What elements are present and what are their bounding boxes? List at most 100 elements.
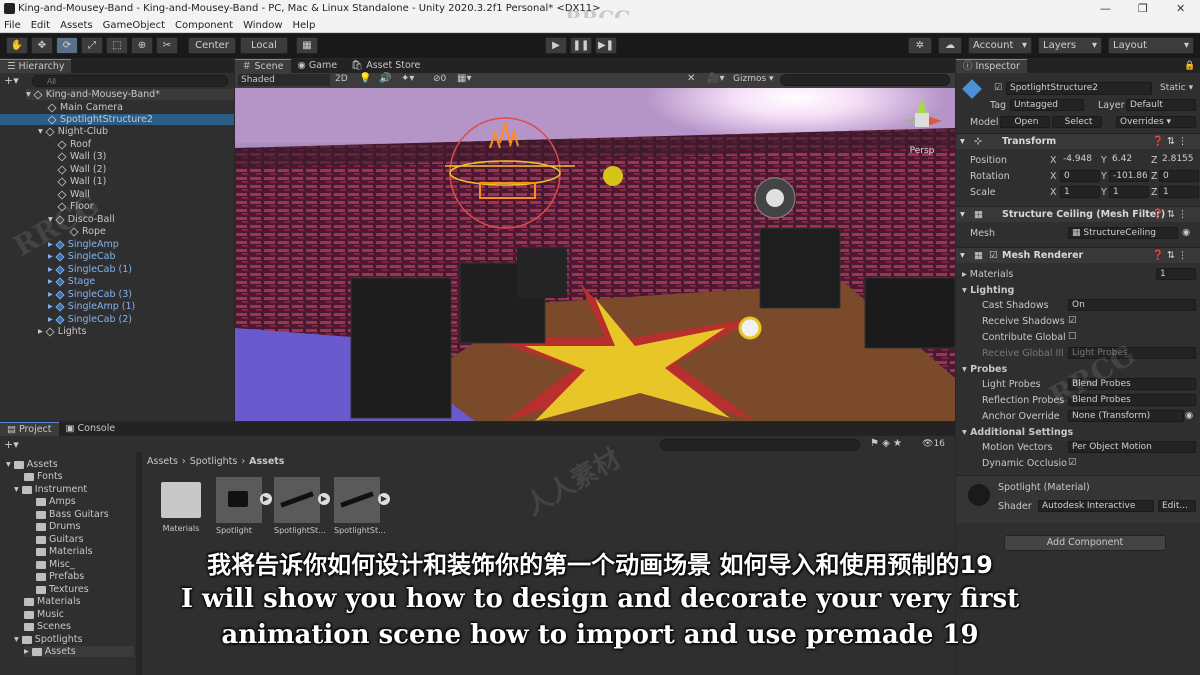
position-y-field[interactable]: 6.42 (1109, 154, 1149, 166)
audio-toggle-icon[interactable]: 🔊 (379, 73, 391, 84)
cloud-icon[interactable]: ☁ (938, 37, 962, 54)
anchor-override-field[interactable]: None (Transform) (1068, 410, 1184, 422)
tab-game[interactable]: ◉ Game (291, 59, 345, 73)
list-item[interactable]: ▸ Stage (48, 276, 95, 287)
camera-icon[interactable]: 🎥▾ (707, 73, 724, 84)
breadcrumb-item[interactable]: Assets (249, 456, 284, 467)
list-item[interactable]: Wall (2) (57, 164, 106, 175)
mesh-filter-header[interactable]: ▾ ▦ Structure Ceiling (Mesh Filter) ❓ ⇅ … (956, 206, 1200, 222)
asset-item[interactable]: ▶ SpotlightSt... (334, 477, 392, 535)
scale-x-field[interactable]: 1 (1060, 186, 1100, 198)
list-item[interactable]: ▸ SingleCab (3) (48, 289, 132, 300)
pause-button[interactable]: ❚❚ (570, 37, 592, 54)
static-toggle[interactable]: Static ▾ (1160, 83, 1193, 93)
contribute-gi-checkbox[interactable]: ☐ (1068, 331, 1077, 342)
tree-item[interactable]: ▾ Assets (6, 459, 58, 470)
scene-viewport[interactable]: Persp (235, 88, 955, 421)
asset-item[interactable]: ▶ Spotlight (216, 477, 274, 535)
tab-project[interactable]: ▤ Project (0, 422, 59, 436)
play-icon[interactable]: ▶ (260, 493, 272, 505)
custom-tool-icon[interactable]: ✂ (156, 37, 178, 54)
position-z-field[interactable]: 2.8155 (1159, 154, 1199, 166)
effects-toggle-icon[interactable]: ✦▾ (401, 73, 414, 84)
transform-header[interactable]: ▾ ⊹ Transform ❓ ⇅ ⋮ (956, 133, 1200, 149)
list-item[interactable]: ▸ SingleCab (1) (48, 264, 132, 275)
tree-item[interactable]: Bass Guitars (36, 509, 109, 520)
filter-icon[interactable]: ⚑ ◈ ★ (870, 438, 902, 449)
additional-settings-foldout[interactable]: ▾ Additional Settings (962, 427, 1073, 438)
close-button[interactable]: ✕ (1176, 2, 1185, 15)
minimize-button[interactable]: — (1100, 2, 1111, 15)
breadcrumb-item[interactable]: Assets (147, 456, 178, 467)
shader-dropdown[interactable]: Autodesk Interactive (1038, 500, 1154, 512)
list-item[interactable]: SpotlightStructure2 (0, 114, 234, 125)
menu-edit[interactable]: Edit (31, 20, 50, 31)
component-menu-icon[interactable]: ❓ ⇅ ⋮ (1152, 209, 1187, 220)
scene-root[interactable]: ▾ King-and-Mousey-Band* (26, 89, 234, 100)
lock-icon[interactable]: 🔒 (1184, 61, 1195, 71)
breadcrumb-item[interactable]: Spotlights (190, 456, 238, 467)
scale-tool-icon[interactable]: ⤢ (81, 37, 103, 54)
probes-foldout[interactable]: ▾ Probes (962, 364, 1007, 375)
rotation-y-field[interactable]: -101.86 (1109, 170, 1149, 182)
materials-count-field[interactable]: 1 (1156, 268, 1196, 280)
step-button[interactable]: ▶❚ (595, 37, 617, 54)
tag-dropdown[interactable]: Untagged (1010, 99, 1084, 111)
orientation-gizmo[interactable]: Persp (897, 93, 947, 156)
play-icon[interactable]: ▶ (378, 493, 390, 505)
pivot-center-button[interactable]: Center (188, 37, 236, 54)
tab-inspector[interactable]: ⓘ Inspector (956, 59, 1027, 73)
tab-console[interactable]: ▣ Console (59, 422, 123, 436)
layer-dropdown[interactable]: Default (1126, 99, 1196, 111)
list-item[interactable]: ▾ Night-Club (38, 126, 108, 137)
scale-y-field[interactable]: 1 (1109, 186, 1149, 198)
asset-item[interactable]: Materials (158, 482, 204, 533)
menu-assets[interactable]: Assets (60, 20, 93, 31)
active-checkbox[interactable]: ☑ (994, 83, 1002, 93)
layout-dropdown[interactable]: Layout ▾ (1108, 37, 1194, 54)
layers-dropdown[interactable]: Layers ▾ (1038, 37, 1102, 54)
hidden-objects-icon[interactable]: ⊘0 (433, 74, 446, 84)
menu-file[interactable]: File (4, 20, 21, 31)
lighting-toggle-icon[interactable]: 💡 (359, 73, 371, 84)
play-button[interactable]: ▶ (545, 37, 567, 54)
motion-vectors-dropdown[interactable]: Per Object Motion (1068, 441, 1196, 453)
mesh-field[interactable]: ▦ StructureCeiling (1068, 227, 1178, 239)
hidden-packages-count[interactable]: 👁16 (922, 439, 945, 449)
tab-scene[interactable]: ＃ Scene (235, 59, 291, 73)
list-item[interactable]: Main Camera (47, 102, 123, 113)
asset-item[interactable]: ▶ SpotlightSt... (274, 477, 332, 535)
object-picker-icon[interactable]: ◉ (1182, 227, 1190, 238)
object-name-field[interactable]: SpotlightStructure2 (1006, 82, 1152, 95)
maximize-button[interactable]: ❐ (1138, 2, 1148, 15)
scene-search-input[interactable] (780, 74, 950, 86)
tree-item[interactable]: Guitars (36, 534, 83, 545)
move-tool-icon[interactable]: ✥ (31, 37, 53, 54)
open-button[interactable]: Open (1000, 116, 1050, 128)
collab-icon[interactable]: ✲ (908, 37, 932, 54)
cast-shadows-dropdown[interactable]: On (1068, 299, 1196, 311)
menu-component[interactable]: Component (175, 20, 233, 31)
play-icon[interactable]: ▶ (318, 493, 330, 505)
component-menu-icon[interactable]: ❓ ⇅ ⋮ (1152, 250, 1187, 261)
list-item[interactable]: ▸ SingleCab (48, 251, 116, 262)
pivot-local-button[interactable]: Local (240, 37, 288, 54)
list-item[interactable]: Roof (57, 139, 91, 150)
materials-foldout[interactable]: ▸ Materials (962, 269, 1013, 280)
tree-item[interactable]: Drums (36, 521, 80, 532)
tree-item[interactable]: ▾ Instrument (14, 484, 87, 495)
rotation-z-field[interactable]: 0 (1159, 170, 1199, 182)
list-item[interactable]: Wall (1) (57, 176, 106, 187)
add-icon[interactable]: +▾ (4, 74, 19, 87)
component-menu-icon[interactable]: ❓ ⇅ ⋮ (1152, 136, 1187, 147)
gizmos-dropdown[interactable]: Gizmos ▾ (733, 74, 774, 84)
edit-shader-button[interactable]: Edit... (1158, 500, 1196, 512)
account-dropdown[interactable]: Account ▾ (968, 37, 1032, 54)
select-button[interactable]: Select (1052, 116, 1102, 128)
lighting-foldout[interactable]: ▾ Lighting (962, 285, 1014, 296)
shading-mode-dropdown[interactable]: Shaded (238, 74, 330, 86)
menu-help[interactable]: Help (293, 20, 316, 31)
project-search-input[interactable] (660, 439, 860, 451)
2d-toggle[interactable]: 2D (335, 74, 348, 84)
hierarchy-search-input[interactable] (32, 75, 228, 87)
